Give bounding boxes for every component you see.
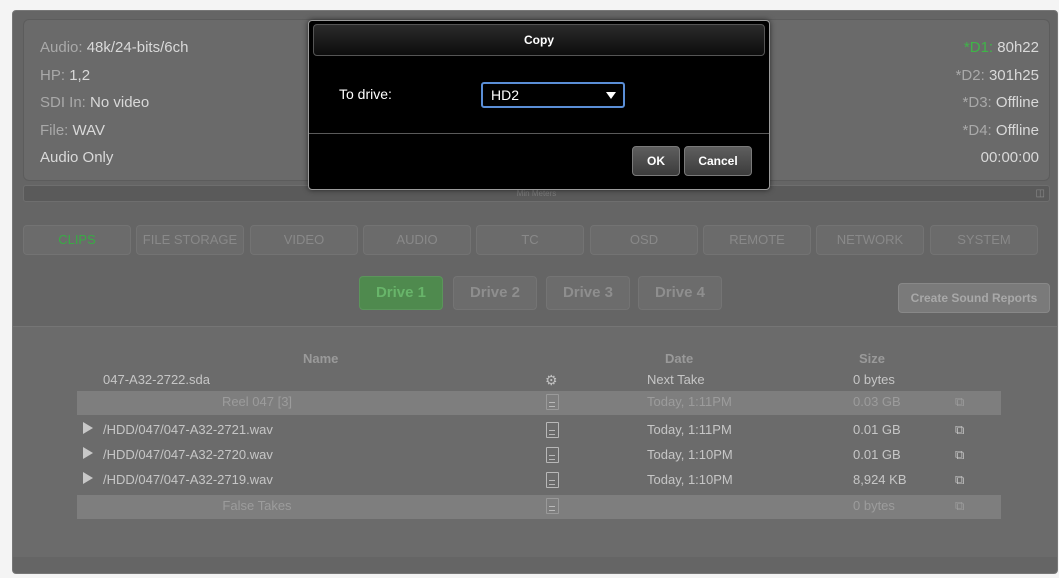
drive-4-button[interactable]: Drive 4 (638, 276, 722, 310)
create-sound-reports-button[interactable]: Create Sound Reports (898, 283, 1050, 313)
table-row[interactable]: /HDD/047/047-A32-2719.wav Today, 1:10PM … (77, 469, 1001, 491)
table-row-reel-group[interactable]: Reel 047 [3] Today, 1:11PM 0.03 GB ⧉ (77, 391, 1001, 415)
drive-1-button[interactable]: Drive 1 (359, 276, 443, 310)
row-name: Reel 047 [3] (221, 394, 293, 409)
tab-video[interactable]: VIDEO (250, 225, 358, 255)
column-header-date[interactable]: Date (665, 351, 693, 366)
tab-network[interactable]: NETWORK (816, 225, 924, 255)
status-right: *D1: 80h22 *D2: 301h25 *D3: Offline *D4:… (956, 34, 1039, 172)
copy-icon[interactable]: ⧉ (955, 422, 964, 438)
tab-system[interactable]: SYSTEM (930, 225, 1038, 255)
tab-clips[interactable]: CLIPS (23, 225, 131, 255)
cancel-button[interactable]: Cancel (684, 146, 752, 176)
clips-panel: Name Date Size 047-A32-2722.sda ⚙ Next T… (13, 326, 1057, 557)
tab-osd[interactable]: OSD (590, 225, 698, 255)
table-row[interactable]: /HDD/047/047-A32-2720.wav Today, 1:10PM … (77, 444, 1001, 466)
table-row-false-takes[interactable]: False Takes 0 bytes ⧉ (77, 495, 1001, 519)
table-row-next-take[interactable]: 047-A32-2722.sda ⚙ Next Take 0 bytes (77, 369, 1001, 391)
row-name: /HDD/047/047-A32-2719.wav (103, 472, 273, 487)
to-drive-label: To drive: (339, 86, 392, 102)
status-hp: HP: 1,2 (40, 66, 91, 84)
tab-audio[interactable]: AUDIO (363, 225, 471, 255)
dialog-divider (309, 133, 769, 134)
file-icon[interactable] (546, 447, 559, 463)
status-audio: Audio: 48k/24-bits/6ch (40, 39, 189, 56)
drive-2-button[interactable]: Drive 2 (453, 276, 537, 310)
file-icon[interactable] (546, 394, 559, 410)
status-d1: *D1: 80h22 (963, 39, 1039, 56)
ok-button[interactable]: OK (632, 146, 680, 176)
row-name: /HDD/047/047-A32-2720.wav (103, 447, 273, 462)
copy-icon[interactable]: ⧉ (955, 498, 964, 514)
column-header-name[interactable]: Name (303, 351, 338, 366)
copy-dialog: Copy To drive: HD2 OK Cancel (308, 20, 770, 190)
table-row[interactable]: /HDD/047/047-A32-2721.wav Today, 1:11PM … (77, 419, 1001, 441)
file-icon[interactable] (546, 472, 559, 488)
status-d4: *D4: Offline (962, 121, 1039, 139)
row-size: 0 bytes (853, 372, 895, 387)
row-date: Today, 1:11PM (647, 422, 732, 437)
row-date: Today, 1:10PM (647, 472, 733, 487)
chevron-down-icon (606, 92, 616, 99)
row-date: Today, 1:11PM (647, 394, 732, 409)
play-icon[interactable] (83, 447, 93, 459)
status-mode: Audio Only (40, 149, 114, 166)
row-size: 0.01 GB (853, 422, 901, 437)
status-timecode: 00:00:00 (980, 149, 1039, 166)
tab-tc[interactable]: TC (476, 225, 584, 255)
drive-select[interactable]: HD2 (481, 82, 625, 108)
copy-icon[interactable]: ⧉ (955, 447, 964, 463)
drive-select-value: HD2 (491, 87, 520, 103)
tab-file-storage[interactable]: FILE STORAGE (136, 225, 244, 255)
row-size: 8,924 KB (853, 472, 907, 487)
file-icon[interactable] (546, 422, 559, 438)
row-size: 0.03 GB (853, 394, 901, 409)
status-file: File: WAV (40, 121, 106, 139)
row-size: 0.01 GB (853, 447, 901, 462)
main-tabs: CLIPS FILE STORAGE VIDEO AUDIO TC OSD RE… (23, 225, 1053, 255)
row-name: False Takes (222, 498, 292, 513)
row-size: 0 bytes (853, 498, 895, 513)
drive-3-button[interactable]: Drive 3 (546, 276, 630, 310)
row-date: Today, 1:10PM (647, 447, 733, 462)
status-d2: *D2: 301h25 (955, 66, 1039, 84)
status-d3: *D3: Offline (962, 94, 1039, 111)
status-sdi-in: SDI In: No video (40, 94, 150, 111)
expand-icon[interactable]: ◫ (1036, 186, 1045, 201)
play-icon[interactable] (83, 422, 93, 434)
tab-remote[interactable]: REMOTE (703, 225, 811, 255)
copy-icon[interactable]: ⧉ (955, 394, 964, 410)
gear-icon[interactable]: ⚙ (545, 372, 558, 389)
row-date: Next Take (647, 372, 705, 387)
row-name: /HDD/047/047-A32-2721.wav (103, 422, 273, 437)
dialog-title: Copy (313, 24, 765, 56)
meters-divider-label: Min Meters (516, 189, 557, 198)
play-icon[interactable] (83, 472, 93, 484)
row-name: 047-A32-2722.sda (103, 372, 210, 387)
file-icon[interactable] (546, 498, 559, 514)
copy-icon[interactable]: ⧉ (955, 472, 964, 488)
status-left: Audio: 48k/24-bits/6ch HP: 1,2 SDI In: N… (40, 34, 188, 172)
column-header-size[interactable]: Size (859, 351, 885, 366)
